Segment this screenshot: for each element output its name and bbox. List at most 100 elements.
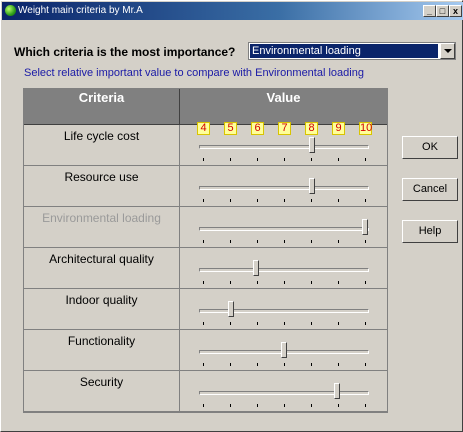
title-bar[interactable]: Weight main criteria by Mr.A _ □ x xyxy=(2,2,463,20)
slider-tick xyxy=(338,158,339,161)
scale-label: 5 xyxy=(224,122,237,135)
slider-tick xyxy=(230,158,231,161)
slider-tick xyxy=(203,363,204,366)
instruction-text: Select relative important value to compa… xyxy=(24,67,364,79)
table-row: Life cycle cost 4 5 6 7 8 9 10 xyxy=(24,122,387,166)
slider-tick xyxy=(284,158,285,161)
help-button[interactable]: Help xyxy=(402,220,458,243)
slider-tick xyxy=(203,199,204,202)
cancel-button[interactable]: Cancel xyxy=(402,178,458,201)
question-label: Which criteria is the most importance? xyxy=(14,45,236,59)
criteria-dropdown-value[interactable]: Environmental loading xyxy=(250,44,438,58)
window-title: Weight main criteria by Mr.A xyxy=(18,5,143,16)
criteria-label: Life cycle cost xyxy=(24,125,180,166)
slider-tick xyxy=(365,158,366,161)
slider-tick xyxy=(284,404,285,407)
slider-track[interactable] xyxy=(199,309,369,313)
slider-tick xyxy=(338,240,339,243)
chevron-down-icon[interactable] xyxy=(440,43,455,59)
column-header-criteria: Criteria xyxy=(24,89,180,125)
slider-tick xyxy=(311,240,312,243)
slider-tick xyxy=(203,240,204,243)
slider-tick xyxy=(284,199,285,202)
maximize-button[interactable]: □ xyxy=(436,5,449,17)
ok-button[interactable]: OK xyxy=(402,136,458,159)
scale-label: 9 xyxy=(332,122,345,135)
slider-thumb[interactable] xyxy=(281,342,287,358)
scale-label: 8 xyxy=(305,122,318,135)
slider-tick xyxy=(365,199,366,202)
slider-tick xyxy=(338,322,339,325)
slider-tick xyxy=(203,322,204,325)
app-icon xyxy=(5,5,16,16)
slider-thumb[interactable] xyxy=(308,137,315,153)
scale-label: 7 xyxy=(278,122,291,135)
table-row: Architectural quality xyxy=(24,248,387,289)
dialog-window: Weight main criteria by Mr.A _ □ x Which… xyxy=(0,0,463,432)
table-row: Resource use xyxy=(24,166,387,207)
slider-tick xyxy=(338,199,339,202)
slider-tick xyxy=(365,281,366,284)
slider-thumb[interactable] xyxy=(253,260,260,276)
slider-tick xyxy=(311,199,312,202)
slider-tick xyxy=(257,281,258,284)
criteria-label: Resource use xyxy=(24,166,180,207)
criteria-label: Architectural quality xyxy=(24,248,180,289)
slider-tick xyxy=(257,240,258,243)
criteria-dropdown[interactable]: Environmental loading xyxy=(248,42,456,60)
slider-tick xyxy=(257,363,258,366)
criteria-label: Security xyxy=(24,371,180,412)
slider-track[interactable] xyxy=(199,391,369,395)
criteria-table: Criteria Value Life cycle cost 4 5 6 7 8 9 10 Re… xyxy=(23,88,388,413)
slider-tick xyxy=(230,322,231,325)
slider-tick xyxy=(284,322,285,325)
slider-track[interactable] xyxy=(199,268,369,272)
close-button[interactable]: x xyxy=(449,5,462,17)
slider-track[interactable] xyxy=(199,145,369,149)
criteria-label: Functionality xyxy=(24,330,180,371)
slider-tick xyxy=(338,363,339,366)
slider-thumb[interactable] xyxy=(308,178,315,194)
table-row: Indoor quality xyxy=(24,289,387,330)
slider-tick xyxy=(230,281,231,284)
slider-tick xyxy=(311,322,312,325)
slider-tick xyxy=(257,404,258,407)
table-row: Security xyxy=(24,371,387,412)
slider-tick xyxy=(365,322,366,325)
table-row: Functionality xyxy=(24,330,387,371)
slider-thumb[interactable] xyxy=(362,219,368,235)
slider-tick xyxy=(257,322,258,325)
slider-tick xyxy=(230,199,231,202)
slider-tick xyxy=(365,240,366,243)
slider-track[interactable] xyxy=(199,186,369,190)
slider-tick xyxy=(284,281,285,284)
slider-tick xyxy=(230,363,231,366)
slider-tick xyxy=(365,363,366,366)
slider-tick xyxy=(311,281,312,284)
slider-tick xyxy=(284,363,285,366)
slider-tick xyxy=(257,199,258,202)
criteria-label: Environmental loading xyxy=(24,207,180,248)
slider-tick xyxy=(230,404,231,407)
slider-tick xyxy=(311,363,312,366)
slider-thumb[interactable] xyxy=(334,383,341,399)
slider-tick xyxy=(203,281,204,284)
slider-tick xyxy=(284,240,285,243)
slider-tick xyxy=(257,158,258,161)
criteria-label: Indoor quality xyxy=(24,289,180,330)
slider-tick xyxy=(365,404,366,407)
slider-tick xyxy=(311,158,312,161)
slider-tick xyxy=(311,404,312,407)
scale-label: 4 xyxy=(197,122,210,135)
table-row: Environmental loading xyxy=(24,207,387,248)
slider-tick xyxy=(203,404,204,407)
slider-tick xyxy=(230,240,231,243)
slider-tick xyxy=(203,158,204,161)
slider-track[interactable] xyxy=(199,227,369,231)
slider-tick xyxy=(338,404,339,407)
scale-label: 6 xyxy=(251,122,264,135)
column-header-value: Value xyxy=(180,89,387,125)
slider-tick xyxy=(338,281,339,284)
minimize-button[interactable]: _ xyxy=(423,5,436,17)
slider-thumb[interactable] xyxy=(227,301,234,317)
